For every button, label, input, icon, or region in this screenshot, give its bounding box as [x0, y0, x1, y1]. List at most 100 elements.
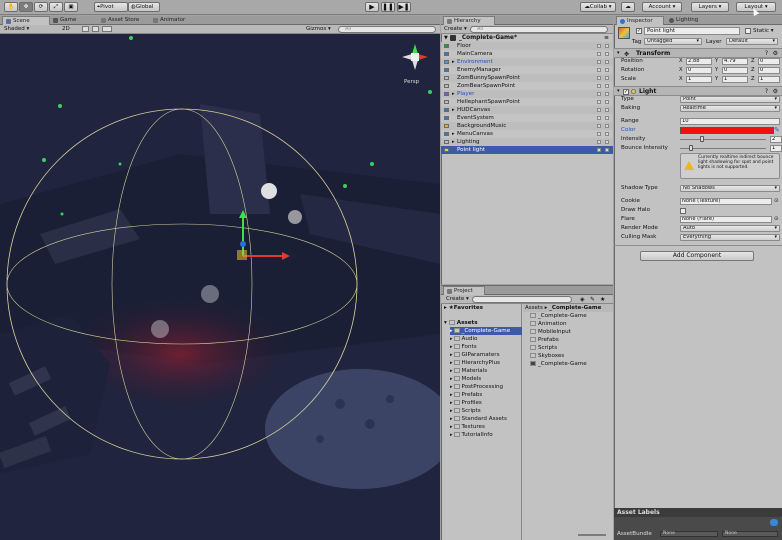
layers-dropdown[interactable]: Layers ▾ [691, 2, 729, 12]
collab-dropdown[interactable]: ☁Collab ▾ [580, 2, 616, 12]
lighting-toggle-icon[interactable] [82, 26, 89, 32]
tab-hierarchy[interactable]: Hierarchy [443, 16, 495, 25]
position-y-field[interactable]: 4.79 [722, 58, 748, 65]
project-folder-row[interactable]: ▸ Textures [450, 423, 522, 431]
hierarchy-row[interactable]: ZomBearSpawnPoint [441, 82, 613, 90]
orientation-gizmo[interactable] [400, 42, 430, 72]
project-asset-item[interactable]: Skyboxes [530, 352, 564, 360]
position-z-field[interactable]: 0 [758, 58, 780, 65]
project-asset-item[interactable]: Scripts [530, 344, 557, 352]
asset-label-tag-icon[interactable] [770, 519, 778, 526]
filter-by-type-icon[interactable]: ◈ [580, 296, 585, 303]
row-toggle-checkbox[interactable] [597, 60, 601, 64]
row-toggle-checkbox[interactable] [605, 124, 609, 128]
row-toggle-checkbox[interactable] [605, 100, 609, 104]
hierarchy-search-input[interactable]: All [470, 26, 608, 33]
row-toggle-checkbox[interactable] [597, 92, 601, 96]
bounce-intensity-field[interactable]: 1 [770, 145, 782, 152]
project-asset-item[interactable]: _Complete-Game [530, 312, 587, 320]
intensity-slider-knob[interactable] [699, 136, 704, 142]
services-button[interactable]: ☁ [621, 2, 635, 12]
eyedropper-icon[interactable]: ✎ [774, 126, 780, 135]
row-toggle-checkbox[interactable] [605, 52, 609, 56]
draw-halo-checkbox[interactable] [680, 208, 686, 214]
folder-foldout-icon[interactable]: ▸ [450, 360, 453, 366]
position-x-field[interactable]: 2.88 [686, 58, 712, 65]
project-folder-row[interactable]: ▸ TutorialInfo [450, 431, 522, 439]
hierarchy-row[interactable]: ▸ MenuCanvas [441, 130, 613, 138]
object-active-checkbox[interactable]: ✓ [636, 28, 642, 34]
hierarchy-row[interactable]: EnemyManager [441, 66, 613, 74]
row-toggle-checkbox[interactable] [597, 52, 601, 56]
foldout-arrow-icon[interactable]: ▸ [452, 130, 455, 138]
favorite-star-icon[interactable]: ★ [600, 296, 605, 303]
project-folder-row[interactable]: ▸ Materials [450, 367, 522, 375]
account-dropdown[interactable]: Account ▾ [642, 2, 682, 12]
step-button[interactable]: ▶❚ [397, 2, 411, 12]
pivot-toggle[interactable]: ⌖Pivot [94, 2, 128, 12]
static-checkbox[interactable] [745, 28, 751, 34]
scene-menu-icon[interactable]: ≡ [604, 34, 609, 42]
tab-animator[interactable]: Animator [150, 16, 192, 25]
row-toggle-checkbox[interactable] [605, 148, 609, 152]
persp-label[interactable]: Persp [404, 79, 419, 85]
row-toggle-checkbox[interactable] [605, 44, 609, 48]
tab-inspector[interactable]: Inspector [616, 16, 664, 25]
rotation-y-field[interactable]: 0 [722, 67, 748, 74]
project-asset-item[interactable]: _Complete-Game [530, 360, 587, 368]
pause-button[interactable]: ❚❚ [381, 2, 395, 12]
project-folder-row[interactable]: ▸ GIParamaters [450, 351, 522, 359]
folder-foldout-icon[interactable]: ▸ [450, 352, 453, 358]
asset-bundle-variant-dropdown[interactable]: None [722, 531, 778, 537]
hierarchy-row[interactable]: ▸ Environment [441, 58, 613, 66]
folder-foldout-icon[interactable]: ▸ [450, 424, 453, 430]
folder-foldout-icon[interactable]: ▸ [450, 328, 453, 334]
scene-search-input[interactable]: All [338, 26, 436, 33]
folder-foldout-icon[interactable]: ▸ [450, 368, 453, 374]
hierarchy-row[interactable]: HellephantSpawnPoint [441, 98, 613, 106]
row-toggle-checkbox[interactable] [605, 68, 609, 72]
project-folder-row[interactable]: ▸ Profiles [450, 399, 522, 407]
row-toggle-checkbox[interactable] [605, 132, 609, 136]
project-create-dropdown[interactable]: Create ▾ [446, 296, 469, 303]
hand-tool-button[interactable]: ✋ [4, 2, 18, 12]
hierarchy-row[interactable]: ▸ HUDCanvas [441, 106, 613, 114]
folder-foldout-icon[interactable]: ▸ [450, 416, 453, 422]
gizmos-dropdown[interactable]: Gizmos ▾ [306, 25, 336, 33]
row-toggle-checkbox[interactable] [597, 100, 601, 104]
project-folder-row[interactable]: ▸ PostProcessing [450, 383, 522, 391]
project-asset-item[interactable]: Prefabs [530, 336, 559, 344]
row-toggle-checkbox[interactable] [597, 76, 601, 80]
project-asset-item[interactable]: MobileInput [530, 328, 571, 336]
row-toggle-checkbox[interactable] [597, 132, 601, 136]
row-toggle-checkbox[interactable] [597, 148, 601, 152]
play-button[interactable]: ▶ [365, 2, 379, 12]
culling-mask-dropdown[interactable]: Everything [680, 234, 780, 241]
foldout-arrow-icon[interactable]: ▸ [452, 90, 455, 98]
scale-y-field[interactable]: 1 [722, 76, 748, 83]
assets-root-row[interactable]: ▾ Assets [444, 319, 478, 327]
hierarchy-row[interactable]: EventSystem [441, 114, 613, 122]
folder-foldout-icon[interactable]: ▸ [450, 400, 453, 406]
row-toggle-checkbox[interactable] [605, 116, 609, 120]
row-toggle-checkbox[interactable] [597, 124, 601, 128]
hierarchy-row[interactable]: BackgroundMusic [441, 122, 613, 130]
tag-dropdown[interactable]: Untagged [644, 38, 702, 45]
project-folder-row[interactable]: ▸ HierarchyPlus [450, 359, 522, 367]
cookie-field[interactable]: None (Texture) [680, 198, 772, 205]
folder-foldout-icon[interactable]: ▸ [450, 376, 453, 382]
folder-foldout-icon[interactable]: ▸ [450, 344, 453, 350]
scale-tool-button[interactable]: ⤢ [49, 2, 63, 12]
move-tool-button[interactable]: ✥ [19, 2, 33, 12]
row-toggle-checkbox[interactable] [597, 108, 601, 112]
rotation-z-field[interactable]: 0 [758, 67, 780, 74]
project-search-input[interactable] [472, 296, 572, 303]
shadow-type-dropdown[interactable]: No Shadows [680, 185, 780, 192]
hierarchy-row[interactable]: ▸ Lighting [441, 138, 613, 146]
rotate-tool-button[interactable]: ⟳ [34, 2, 48, 12]
render-mode-dropdown[interactable]: Auto [680, 225, 780, 232]
tab-scene[interactable]: Scene [2, 16, 50, 25]
light-type-dropdown[interactable]: Point [680, 96, 780, 103]
row-toggle-checkbox[interactable] [605, 76, 609, 80]
bounce-slider-track[interactable] [680, 148, 766, 149]
